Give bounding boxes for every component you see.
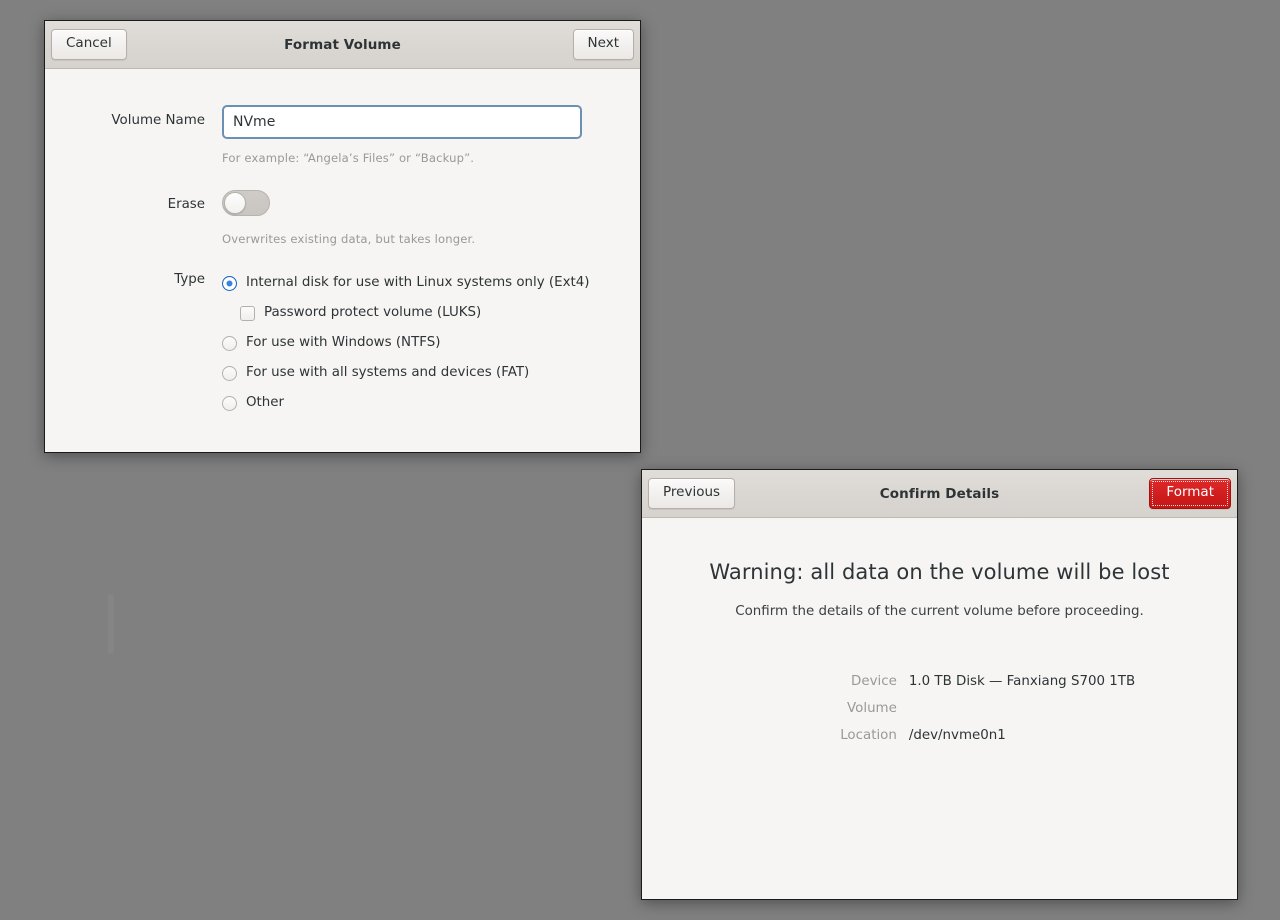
type-option-fat[interactable]: For use with all systems and devices (FA…	[222, 358, 600, 388]
type-option-ext4-label: Internal disk for use with Linux systems…	[246, 276, 590, 289]
type-option-fat-label: For use with all systems and devices (FA…	[246, 366, 529, 379]
confirm-details-dialog: Previous Confirm Details Format Warning:…	[641, 469, 1238, 900]
previous-button[interactable]: Previous	[648, 478, 735, 509]
format-form: Volume Name For example: “Angela’s Files…	[45, 69, 640, 418]
type-label: Type	[45, 268, 222, 287]
detail-row: Device 1.0 TB Disk — Fanxiang S700 1TB	[744, 674, 1135, 701]
detail-row: Volume	[744, 701, 1135, 728]
erase-label: Erase	[45, 189, 222, 212]
detail-key-location: Location	[744, 728, 909, 743]
warning-title: Warning: all data on the volume will be …	[672, 560, 1207, 584]
format-button[interactable]: Format	[1149, 478, 1231, 509]
next-button[interactable]: Next	[573, 29, 634, 60]
luks-label: Password protect volume (LUKS)	[264, 306, 481, 319]
radio-unselected-icon	[222, 336, 237, 351]
warning-subtitle: Confirm the details of the current volum…	[672, 604, 1207, 619]
detail-key-device: Device	[744, 674, 909, 689]
volume-name-input[interactable]	[222, 105, 582, 139]
details-list: Device 1.0 TB Disk — Fanxiang S700 1TB V…	[744, 674, 1135, 755]
volume-name-field-group: For example: “Angela’s Files” or “Backup…	[222, 105, 600, 165]
checkbox-unchecked-icon	[240, 306, 255, 321]
luks-checkbox-row[interactable]: Password protect volume (LUKS)	[240, 298, 600, 328]
radio-unselected-icon	[222, 366, 237, 381]
type-option-other[interactable]: Other	[222, 388, 600, 418]
type-row: Type Internal disk for use with Linux sy…	[45, 268, 600, 418]
volume-name-hint: For example: “Angela’s Files” or “Backup…	[222, 151, 600, 165]
radio-selected-icon	[222, 276, 237, 291]
radio-unselected-icon	[222, 396, 237, 411]
detail-row: Location /dev/nvme0n1	[744, 728, 1135, 755]
cancel-button[interactable]: Cancel	[51, 29, 127, 60]
format-volume-dialog: Cancel Format Volume Next Volume Name Fo…	[44, 20, 641, 453]
confirm-details-headerbar: Previous Confirm Details Format	[642, 470, 1237, 518]
erase-hint: Overwrites existing data, but takes long…	[222, 232, 600, 246]
type-option-ext4[interactable]: Internal disk for use with Linux systems…	[222, 268, 600, 298]
format-volume-headerbar: Cancel Format Volume Next	[45, 21, 640, 69]
page-title: Format Volume	[45, 37, 640, 53]
type-option-ntfs-label: For use with Windows (NTFS)	[246, 336, 440, 349]
erase-toggle[interactable]	[222, 190, 270, 216]
background-artifact	[108, 594, 114, 654]
confirm-body: Warning: all data on the volume will be …	[642, 518, 1237, 755]
type-option-other-label: Other	[246, 396, 284, 409]
detail-value-location: /dev/nvme0n1	[909, 728, 1006, 743]
detail-value-device: 1.0 TB Disk — Fanxiang S700 1TB	[909, 674, 1135, 689]
erase-row: Erase Overwrites existing data, but take…	[45, 189, 600, 246]
erase-toggle-knob	[224, 192, 246, 214]
type-options: Internal disk for use with Linux systems…	[222, 268, 600, 418]
volume-name-label: Volume Name	[45, 105, 222, 128]
type-option-ntfs[interactable]: For use with Windows (NTFS)	[222, 328, 600, 358]
detail-key-volume: Volume	[744, 701, 909, 716]
erase-field-group: Overwrites existing data, but takes long…	[222, 189, 600, 246]
volume-name-row: Volume Name For example: “Angela’s Files…	[45, 105, 600, 165]
